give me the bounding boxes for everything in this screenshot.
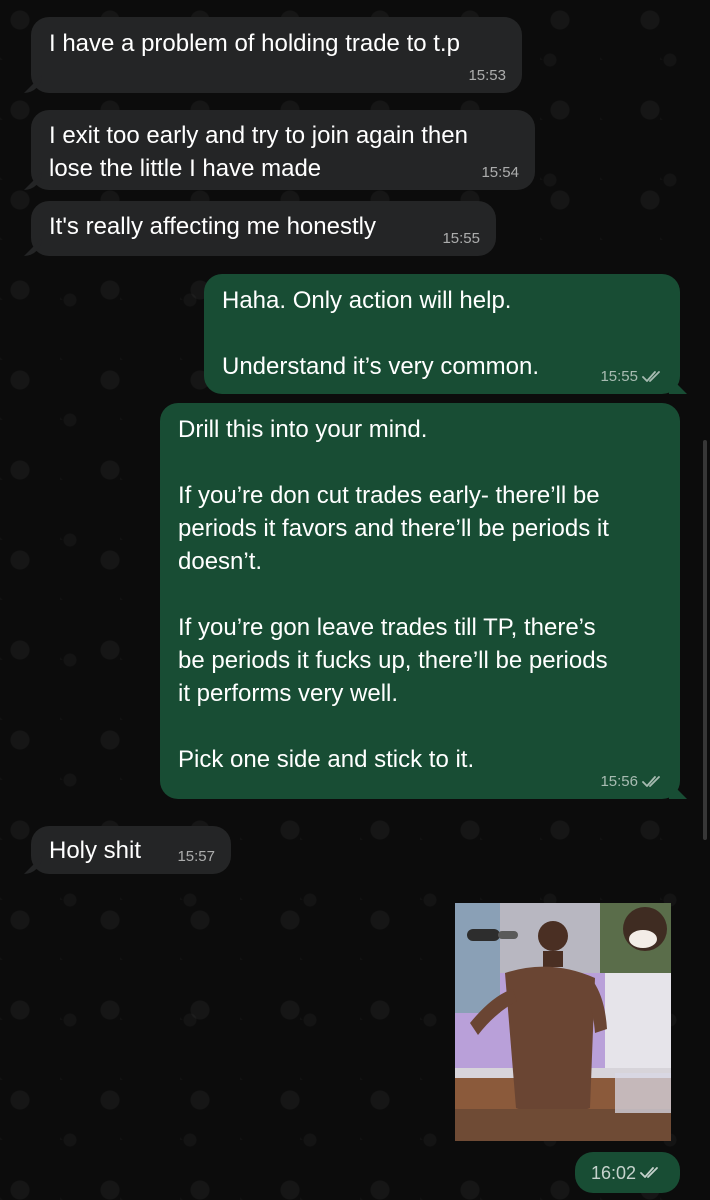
photo-timestamp-chip: 16:02 [575, 1152, 680, 1193]
message-timestamp: 15:56 [600, 773, 664, 791]
incoming-message-2[interactable]: I exit too early and try to join again t… [24, 110, 535, 190]
photo-image [455, 903, 671, 1141]
message-timestamp: 15:55 [442, 230, 480, 248]
double-check-icon [642, 776, 660, 787]
shared-photo[interactable] [455, 903, 671, 1141]
message-timestamp: 15:54 [481, 164, 519, 182]
message-text: It's really affecting me honestly [49, 213, 376, 240]
message-time: 15:57 [177, 848, 215, 865]
incoming-message-1[interactable]: I have a problem of holding trade to t.p… [24, 17, 522, 93]
message-text: I have a problem of holding trade to t.p [49, 30, 460, 57]
incoming-message-4[interactable]: Holy shit 15:57 [24, 826, 231, 874]
message-text: I exit too early and try to join again t… [49, 122, 468, 182]
incoming-message-3[interactable]: It's really affecting me honestly 15:55 [24, 201, 496, 256]
message-timestamp: 15:55 [600, 368, 664, 386]
message-time: 15:55 [600, 368, 638, 385]
message-time: 16:02 [590, 1163, 636, 1183]
message-time: 15:53 [468, 67, 506, 84]
message-time: 15:54 [481, 164, 519, 181]
outgoing-message-1[interactable]: Haha. Only action will help. Understand … [204, 274, 687, 394]
message-time: 15:56 [600, 773, 638, 790]
double-check-icon [642, 371, 660, 382]
double-check-icon [640, 1167, 658, 1178]
outgoing-message-2[interactable]: Drill this into your mind. If you’re don… [160, 403, 687, 799]
message-timestamp: 15:53 [468, 67, 506, 85]
message-timestamp: 15:57 [177, 848, 215, 866]
message-text: Haha. Only action will help. Understand … [222, 287, 540, 380]
message-timestamp: 16:02 [591, 1164, 662, 1182]
scrollbar[interactable] [703, 440, 707, 840]
message-text: Drill this into your mind. If you’re don… [178, 416, 609, 773]
message-time: 15:55 [442, 230, 480, 247]
